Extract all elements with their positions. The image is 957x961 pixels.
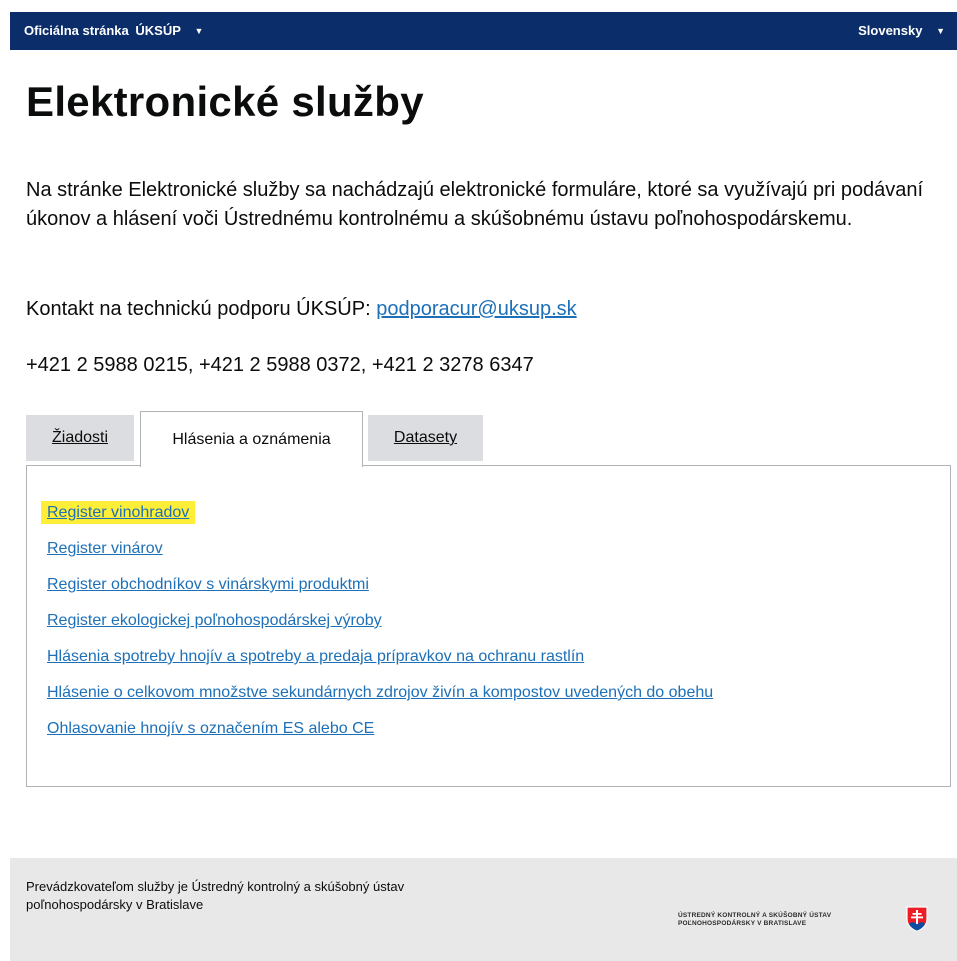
intro-text: Na stránke Elektronické služby sa nachád… xyxy=(26,179,924,230)
page-title: Elektronické služby xyxy=(26,78,424,125)
link-register-vinarov[interactable]: Register vinárov xyxy=(47,540,163,557)
language-selector[interactable]: Slovensky ▼ xyxy=(858,23,945,38)
chevron-down-icon: ▼ xyxy=(936,26,945,36)
service-links-list: Register vinohradov Register vinárov Reg… xyxy=(41,501,713,754)
tab-ziadosti[interactable]: Žiadosti xyxy=(26,415,134,461)
contact-label: Kontakt na technickú podporu ÚKSÚP: xyxy=(26,298,371,320)
brand-name: ÚKSÚP xyxy=(135,23,181,38)
slovak-coat-of-arms-icon xyxy=(906,906,928,932)
list-item: Register ekologickej poľnohospodárskej v… xyxy=(47,610,713,646)
list-item: Register obchodníkov s vinárskymi produk… xyxy=(47,574,713,610)
footer-operator-text: Prevádzkovateľom služby je Ústredný kont… xyxy=(26,878,526,914)
list-item: Ohlasovanie hnojív s označením ES alebo … xyxy=(47,718,713,754)
list-item: Hlásenia spotreby hnojív a spotreby a pr… xyxy=(47,646,713,682)
tab-hlasenia-a-oznamenia[interactable]: Hlásenia a oznámenia xyxy=(140,411,363,467)
contact-line: Kontakt na technickú podporu ÚKSÚP: podp… xyxy=(26,298,577,321)
link-hlasenia-spotreby-hnojiv[interactable]: Hlásenia spotreby hnojív a spotreby a pr… xyxy=(47,648,584,665)
tabs: Žiadosti Hlásenia a oznámenia Datasety xyxy=(26,411,951,467)
tab-panel: Register vinohradov Register vinárov Reg… xyxy=(26,465,951,787)
list-item: Hlásenie o celkovom množstve sekundárnyc… xyxy=(47,682,713,718)
logo-text-line1: ÚSTREDNÝ KONTROLNÝ A SKÚŠOBNÝ ÚSTAV xyxy=(678,912,832,919)
tab-datasety[interactable]: Datasety xyxy=(368,415,483,461)
support-email-link[interactable]: podporacur@uksup.sk xyxy=(376,298,576,320)
footer: Prevádzkovateľom služby je Ústredný kont… xyxy=(10,858,957,961)
official-site-menu[interactable]: Oficiálna stránka ÚKSÚP ▼ xyxy=(24,23,203,38)
link-register-vinohradov[interactable]: Register vinohradov xyxy=(41,501,196,524)
list-item: Register vinárov xyxy=(47,538,713,574)
official-prefix: Oficiálna stránka xyxy=(24,23,129,38)
list-item: Register vinohradov xyxy=(41,501,713,538)
logo-text-line2: POĽNOHOSPODÁRSKY V BRATISLAVE xyxy=(678,920,807,927)
language-label: Slovensky xyxy=(858,23,923,38)
link-hlasenie-sekundarnych-zdrojov[interactable]: Hlásenie o celkovom množstve sekundárnyc… xyxy=(47,684,713,701)
institution-logo-text: ÚSTREDNÝ KONTROLNÝ A SKÚŠOBNÝ ÚSTAV POĽN… xyxy=(678,912,831,928)
footer-text-line1: Prevádzkovateľom služby je Ústredný kont… xyxy=(26,879,405,894)
phone-numbers: +421 2 5988 0215, +421 2 5988 0372, +421… xyxy=(26,354,534,376)
link-register-obchodnikov[interactable]: Register obchodníkov s vinárskymi produk… xyxy=(47,576,369,593)
link-register-ekologickej-vyroby[interactable]: Register ekologickej poľnohospodárskej v… xyxy=(47,612,382,629)
top-bar: Oficiálna stránka ÚKSÚP ▼ Slovensky ▼ xyxy=(10,12,957,50)
link-ohlasovanie-hnojiv[interactable]: Ohlasovanie hnojív s označením ES alebo … xyxy=(47,720,374,737)
footer-text-line2: poľnohospodársky v Bratislave xyxy=(26,897,204,912)
chevron-down-icon: ▼ xyxy=(194,26,204,36)
